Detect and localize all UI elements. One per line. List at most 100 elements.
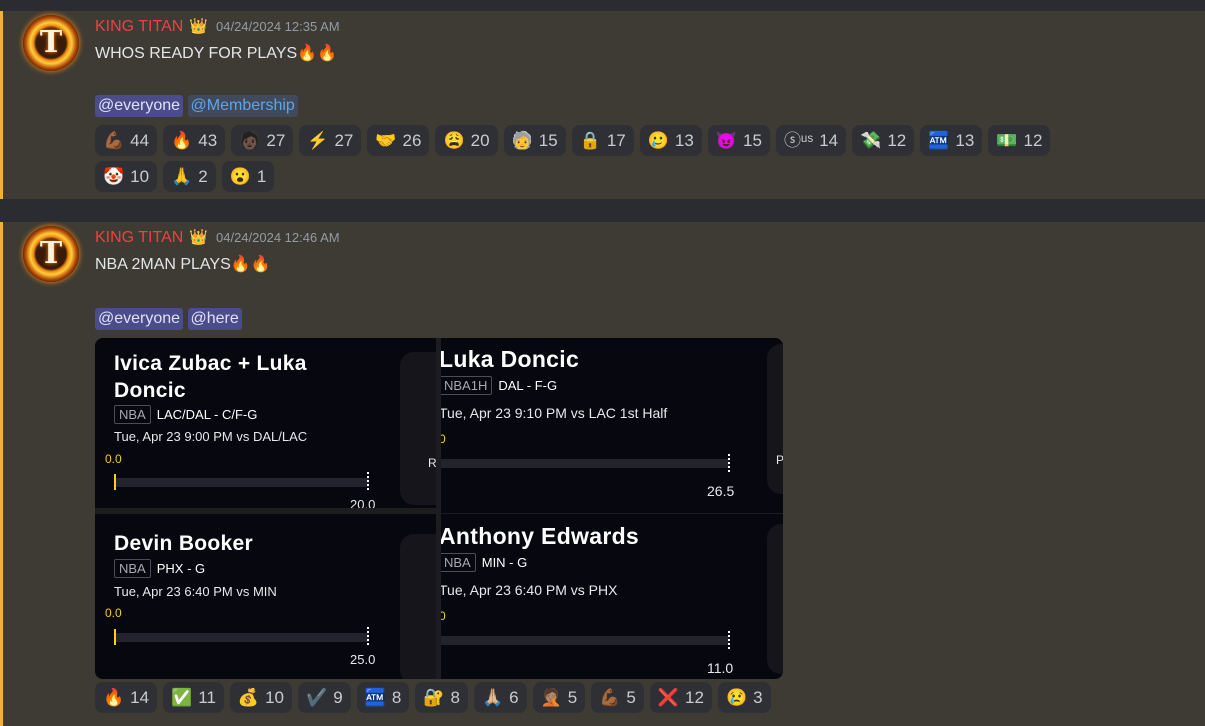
reaction-count: 27: [334, 130, 354, 150]
reaction-emoji-icon: ✅: [171, 688, 193, 707]
target-line: [728, 631, 730, 649]
mention-everyone[interactable]: @everyone: [95, 308, 184, 330]
reaction-count: 15: [538, 130, 558, 150]
reaction-emoji-icon: ✔️: [306, 688, 328, 707]
reaction-emoji-icon: 💪🏾: [599, 688, 621, 707]
reaction-count: 12: [887, 130, 907, 150]
reaction-bar: 💪🏾 44 🔥 43 🧑🏿 27 ⚡ 27 🤝 26 😩 20 🧓 15 🔒 17 🥲 13 😈 15 ⓢᵘˢ 14 💸 12…: [95, 125, 1115, 192]
reaction-count: 10: [265, 687, 285, 707]
team-position: MIN - G: [481, 555, 528, 570]
reaction-button[interactable]: ⓢᵘˢ 14: [775, 125, 847, 156]
next-card-preview: [400, 352, 436, 505]
reaction-button[interactable]: 🧑🏿 27: [231, 125, 294, 156]
reaction-button[interactable]: 🔥 14: [95, 682, 158, 713]
reaction-button[interactable]: 🔒 17: [571, 125, 634, 156]
league-row: NBA PHX - G: [114, 559, 205, 578]
team-position: DAL - F-G: [498, 378, 558, 393]
reaction-count: 2: [198, 166, 208, 186]
pick-card[interactable]: Ivica Zubac + Luka Doncic NBA LAC/DAL - …: [95, 338, 436, 508]
reaction-count: 11: [198, 687, 216, 707]
reaction-button[interactable]: 💪🏾 44: [95, 125, 158, 156]
reaction-button[interactable]: 🥲 13: [639, 125, 702, 156]
reaction-emoji-icon: 😢: [725, 688, 748, 707]
reaction-button[interactable]: ⚡ 27: [299, 125, 362, 156]
progress-track: [114, 633, 369, 642]
reaction-emoji-icon: 🧓: [511, 131, 533, 150]
reaction-button[interactable]: 🏧 8: [356, 682, 410, 713]
reaction-count: 17: [606, 130, 626, 150]
game-time: Tue, Apr 23 9:00 PM vs DAL/LAC: [114, 429, 308, 444]
reaction-button[interactable]: 😈 15: [707, 125, 770, 156]
reaction-button[interactable]: 🙏 2: [163, 161, 216, 192]
target-line: [367, 627, 369, 645]
reaction-emoji-icon: 🔒: [579, 131, 601, 150]
author-name[interactable]: KING TITAN: [95, 229, 183, 246]
reaction-count: 10: [130, 166, 150, 186]
reaction-button[interactable]: 🔥 43: [163, 125, 226, 156]
message-2: T KING TITAN 👑 04/24/2024 12:46 AM NBA 2MA…: [0, 222, 1205, 726]
reaction-count: 12: [1023, 130, 1043, 150]
crown-icon: 👑: [189, 17, 208, 35]
player-name: Ivica Zubac + Luka Doncic: [114, 352, 307, 402]
reaction-button[interactable]: 🤦🏽 5: [532, 682, 586, 713]
mention-row: @everyone @Membership: [95, 95, 298, 117]
reaction-count: 12: [685, 687, 704, 707]
reaction-count: 13: [955, 130, 975, 150]
reaction-button[interactable]: 😮 1: [221, 161, 275, 192]
reaction-button[interactable]: 🤝 26: [367, 125, 430, 156]
avatar[interactable]: T: [23, 226, 79, 282]
league-badge: NBA1H: [441, 376, 493, 395]
reaction-button[interactable]: 💰 10: [229, 682, 293, 713]
progress-track: [441, 459, 729, 468]
reaction-count: 13: [674, 130, 694, 150]
reaction-count: 9: [333, 687, 343, 707]
mention-everyone[interactable]: @everyone: [95, 95, 184, 117]
mention-membership[interactable]: @Membership: [187, 95, 298, 117]
author-name[interactable]: KING TITAN: [95, 18, 183, 35]
current-value: 0: [441, 432, 446, 446]
pick-card[interactable]: Anthony Edwards NBA MIN - G Tue, Apr 23 …: [441, 514, 783, 679]
league-badge: NBA: [114, 405, 151, 424]
league-row: NBA LAC/DAL - C/F-G: [114, 405, 257, 424]
reaction-button[interactable]: 😢 3: [717, 682, 771, 713]
reaction-emoji-icon: 😩: [443, 131, 465, 150]
reaction-button[interactable]: 🧓 15: [503, 125, 566, 156]
pick-card[interactable]: Devin Booker NBA PHX - G Tue, Apr 23 6:4…: [95, 514, 436, 679]
reaction-count: 43: [198, 130, 218, 150]
message-text: NBA 2MAN PLAYS🔥🔥: [95, 256, 271, 273]
reaction-emoji-icon: 🔐: [423, 688, 445, 707]
message-header: KING TITAN 👑 04/24/2024 12:46 AM: [95, 226, 340, 248]
crown-icon: 👑: [189, 228, 208, 246]
reaction-count: 15: [743, 130, 762, 150]
mention-here[interactable]: @here: [187, 308, 242, 330]
reaction-button[interactable]: 🔐 8: [415, 682, 468, 713]
game-time: Tue, Apr 23 6:40 PM vs PHX: [441, 582, 618, 598]
reaction-emoji-icon: 🔥: [103, 688, 125, 707]
reaction-count: 26: [402, 130, 422, 150]
progress-track: [441, 636, 729, 645]
reaction-emoji-icon: 🙏: [171, 167, 193, 186]
next-card-preview: [767, 344, 783, 494]
reaction-button[interactable]: 💵 12: [988, 125, 1051, 156]
reaction-button[interactable]: 🙏🏼 6: [473, 682, 527, 713]
reaction-button[interactable]: ✅ 11: [163, 682, 224, 713]
reaction-bar: 🔥 14 ✅ 11 💰 10 ✔️ 9 🏧 8 🔐 8 🙏🏼 6 🤦🏽 5 💪🏾 5 ❌ 12 😢 3: [95, 682, 1115, 713]
reaction-emoji-icon: 🔥: [171, 131, 193, 150]
avatar[interactable]: T: [23, 15, 79, 71]
reaction-count: 20: [470, 130, 490, 150]
reaction-button[interactable]: 😩 20: [435, 125, 498, 156]
reaction-button[interactable]: 💪🏾 5: [591, 682, 644, 713]
game-time: Tue, Apr 23 6:40 PM vs MIN: [114, 584, 277, 599]
reaction-button[interactable]: ✔️ 9: [298, 682, 351, 713]
player-name: Luka Doncic: [441, 346, 580, 372]
reaction-button[interactable]: 🏧 13: [920, 125, 983, 156]
target-value: 25.0: [350, 652, 376, 667]
reaction-button[interactable]: 💸 12: [852, 125, 915, 156]
avatar-logo: T: [39, 236, 63, 271]
pick-card[interactable]: Luka Doncic NBA1H DAL - F-G Tue, Apr 23 …: [441, 338, 783, 513]
current-value: 0.0: [105, 452, 122, 466]
reaction-button[interactable]: ❌ 12: [649, 682, 712, 713]
reaction-button[interactable]: 🤡 10: [95, 161, 158, 192]
progress-track: [114, 478, 369, 487]
target-value: 20.0: [350, 497, 376, 508]
